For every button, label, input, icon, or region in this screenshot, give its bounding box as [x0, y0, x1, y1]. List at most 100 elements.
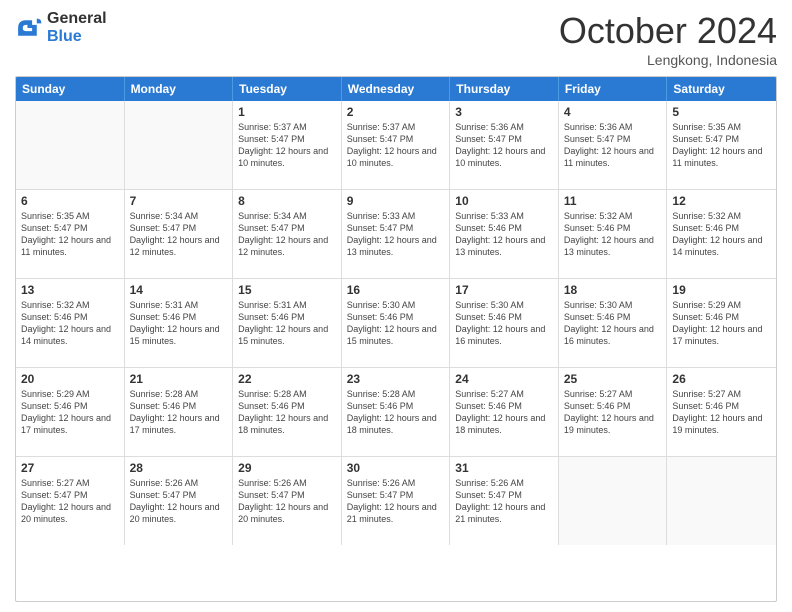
- calendar-cell: 30 Sunrise: 5:26 AM Sunset: 5:47 PM Dayli…: [342, 457, 451, 545]
- calendar-row: 27Sunrise: 5:27 AM Sunset: 5:47 PM Dayli…: [16, 456, 776, 545]
- day-number: 22: [238, 372, 336, 386]
- calendar-header-day: Friday: [559, 77, 668, 101]
- cell-info: Sunrise: 5:28 AM Sunset: 5:46 PM Dayligh…: [238, 388, 336, 437]
- calendar-row: 1 Sunrise: 5:37 AM Sunset: 5:47 PM Daylig…: [16, 101, 776, 189]
- calendar-cell: 25 Sunrise: 5:27 AM Sunset: 5:46 PM Dayli…: [559, 368, 668, 456]
- day-number: 21: [130, 372, 228, 386]
- day-number: 24: [455, 372, 553, 386]
- calendar-cell: [667, 457, 776, 545]
- cell-info: Sunrise: 5:31 AM Sunset: 5:46 PM Dayligh…: [130, 299, 228, 348]
- calendar-cell: 20Sunrise: 5:29 AM Sunset: 5:46 PM Dayli…: [16, 368, 125, 456]
- cell-info: Sunrise: 5:34 AM Sunset: 5:47 PM Dayligh…: [130, 210, 228, 259]
- cell-info: Sunrise: 5:26 AM Sunset: 5:47 PM Dayligh…: [455, 477, 553, 526]
- calendar-cell: 23Sunrise: 5:28 AM Sunset: 5:46 PM Dayli…: [342, 368, 451, 456]
- calendar-header: SundayMondayTuesdayWednesdayThursdayFrid…: [16, 77, 776, 101]
- cell-info: Sunrise: 5:37 AM Sunset: 5:47 PM Dayligh…: [347, 121, 445, 170]
- day-number: 18: [564, 283, 662, 297]
- day-number: 6: [21, 194, 119, 208]
- calendar-cell: [16, 101, 125, 189]
- cell-info: Sunrise: 5:26 AM Sunset: 5:47 PM Dayligh…: [238, 477, 336, 526]
- calendar-cell: 4Sunrise: 5:36 AM Sunset: 5:47 PM Daylig…: [559, 101, 668, 189]
- calendar-cell: 12 Sunrise: 5:32 AM Sunset: 5:46 PM Dayli…: [667, 190, 776, 278]
- calendar: SundayMondayTuesdayWednesdayThursdayFrid…: [15, 76, 777, 602]
- calendar-header-day: Monday: [125, 77, 234, 101]
- day-number: 30: [347, 461, 445, 475]
- cell-info: Sunrise: 5:36 AM Sunset: 5:47 PM Dayligh…: [455, 121, 553, 170]
- cell-info: Sunrise: 5:37 AM Sunset: 5:47 PM Dayligh…: [238, 121, 336, 170]
- calendar-cell: 26 Sunrise: 5:27 AM Sunset: 5:46 PM Dayli…: [667, 368, 776, 456]
- calendar-cell: 11 Sunrise: 5:32 AM Sunset: 5:46 PM Dayli…: [559, 190, 668, 278]
- calendar-cell: 9Sunrise: 5:33 AM Sunset: 5:47 PM Daylig…: [342, 190, 451, 278]
- calendar-cell: 8Sunrise: 5:34 AM Sunset: 5:47 PM Daylig…: [233, 190, 342, 278]
- calendar-row: 20Sunrise: 5:29 AM Sunset: 5:46 PM Dayli…: [16, 367, 776, 456]
- logo: General Blue: [15, 10, 107, 45]
- cell-info: Sunrise: 5:27 AM Sunset: 5:46 PM Dayligh…: [672, 388, 771, 437]
- calendar-cell: 14 Sunrise: 5:31 AM Sunset: 5:46 PM Dayli…: [125, 279, 234, 367]
- calendar-cell: 13Sunrise: 5:32 AM Sunset: 5:46 PM Dayli…: [16, 279, 125, 367]
- cell-info: Sunrise: 5:29 AM Sunset: 5:46 PM Dayligh…: [672, 299, 771, 348]
- day-number: 3: [455, 105, 553, 119]
- calendar-cell: [125, 101, 234, 189]
- calendar-cell: 17 Sunrise: 5:30 AM Sunset: 5:46 PM Dayli…: [450, 279, 559, 367]
- day-number: 25: [564, 372, 662, 386]
- logo-general-text: General: [47, 10, 107, 28]
- cell-info: Sunrise: 5:33 AM Sunset: 5:46 PM Dayligh…: [455, 210, 553, 259]
- logo-icon: [15, 14, 43, 42]
- cell-info: Sunrise: 5:34 AM Sunset: 5:47 PM Dayligh…: [238, 210, 336, 259]
- logo-text: General Blue: [47, 10, 107, 45]
- header: General Blue October 2024 Lengkong, Indo…: [15, 10, 777, 68]
- day-number: 28: [130, 461, 228, 475]
- calendar-cell: 2 Sunrise: 5:37 AM Sunset: 5:47 PM Daylig…: [342, 101, 451, 189]
- calendar-cell: 21Sunrise: 5:28 AM Sunset: 5:46 PM Dayli…: [125, 368, 234, 456]
- day-number: 19: [672, 283, 771, 297]
- calendar-cell: 5 Sunrise: 5:35 AM Sunset: 5:47 PM Daylig…: [667, 101, 776, 189]
- day-number: 31: [455, 461, 553, 475]
- cell-info: Sunrise: 5:26 AM Sunset: 5:47 PM Dayligh…: [347, 477, 445, 526]
- cell-info: Sunrise: 5:35 AM Sunset: 5:47 PM Dayligh…: [672, 121, 771, 170]
- cell-info: Sunrise: 5:27 AM Sunset: 5:46 PM Dayligh…: [564, 388, 662, 437]
- cell-info: Sunrise: 5:31 AM Sunset: 5:46 PM Dayligh…: [238, 299, 336, 348]
- calendar-cell: 7 Sunrise: 5:34 AM Sunset: 5:47 PM Daylig…: [125, 190, 234, 278]
- calendar-cell: [559, 457, 668, 545]
- day-number: 29: [238, 461, 336, 475]
- calendar-cell: 22 Sunrise: 5:28 AM Sunset: 5:46 PM Dayli…: [233, 368, 342, 456]
- title-block: October 2024 Lengkong, Indonesia: [559, 10, 777, 68]
- day-number: 2: [347, 105, 445, 119]
- calendar-header-day: Wednesday: [342, 77, 451, 101]
- cell-info: Sunrise: 5:36 AM Sunset: 5:47 PM Dayligh…: [564, 121, 662, 170]
- day-number: 7: [130, 194, 228, 208]
- calendar-header-day: Saturday: [667, 77, 776, 101]
- calendar-cell: 27Sunrise: 5:27 AM Sunset: 5:47 PM Dayli…: [16, 457, 125, 545]
- cell-info: Sunrise: 5:26 AM Sunset: 5:47 PM Dayligh…: [130, 477, 228, 526]
- day-number: 12: [672, 194, 771, 208]
- day-number: 5: [672, 105, 771, 119]
- calendar-cell: 3 Sunrise: 5:36 AM Sunset: 5:47 PM Daylig…: [450, 101, 559, 189]
- calendar-cell: 29 Sunrise: 5:26 AM Sunset: 5:47 PM Dayli…: [233, 457, 342, 545]
- day-number: 16: [347, 283, 445, 297]
- month-title: October 2024: [559, 10, 777, 52]
- calendar-cell: 6 Sunrise: 5:35 AM Sunset: 5:47 PM Daylig…: [16, 190, 125, 278]
- calendar-cell: 31 Sunrise: 5:26 AM Sunset: 5:47 PM Dayli…: [450, 457, 559, 545]
- cell-info: Sunrise: 5:32 AM Sunset: 5:46 PM Dayligh…: [21, 299, 119, 348]
- calendar-header-day: Sunday: [16, 77, 125, 101]
- location: Lengkong, Indonesia: [559, 52, 777, 68]
- day-number: 1: [238, 105, 336, 119]
- logo-blue-text: Blue: [47, 28, 107, 46]
- cell-info: Sunrise: 5:32 AM Sunset: 5:46 PM Dayligh…: [672, 210, 771, 259]
- calendar-cell: 24Sunrise: 5:27 AM Sunset: 5:46 PM Dayli…: [450, 368, 559, 456]
- day-number: 26: [672, 372, 771, 386]
- calendar-cell: 15Sunrise: 5:31 AM Sunset: 5:46 PM Dayli…: [233, 279, 342, 367]
- page: General Blue October 2024 Lengkong, Indo…: [0, 0, 792, 612]
- day-number: 10: [455, 194, 553, 208]
- calendar-cell: 10 Sunrise: 5:33 AM Sunset: 5:46 PM Dayli…: [450, 190, 559, 278]
- day-number: 17: [455, 283, 553, 297]
- cell-info: Sunrise: 5:30 AM Sunset: 5:46 PM Dayligh…: [455, 299, 553, 348]
- cell-info: Sunrise: 5:33 AM Sunset: 5:47 PM Dayligh…: [347, 210, 445, 259]
- cell-info: Sunrise: 5:35 AM Sunset: 5:47 PM Dayligh…: [21, 210, 119, 259]
- day-number: 11: [564, 194, 662, 208]
- calendar-cell: 19 Sunrise: 5:29 AM Sunset: 5:46 PM Dayli…: [667, 279, 776, 367]
- calendar-row: 13Sunrise: 5:32 AM Sunset: 5:46 PM Dayli…: [16, 278, 776, 367]
- day-number: 20: [21, 372, 119, 386]
- cell-info: Sunrise: 5:32 AM Sunset: 5:46 PM Dayligh…: [564, 210, 662, 259]
- day-number: 14: [130, 283, 228, 297]
